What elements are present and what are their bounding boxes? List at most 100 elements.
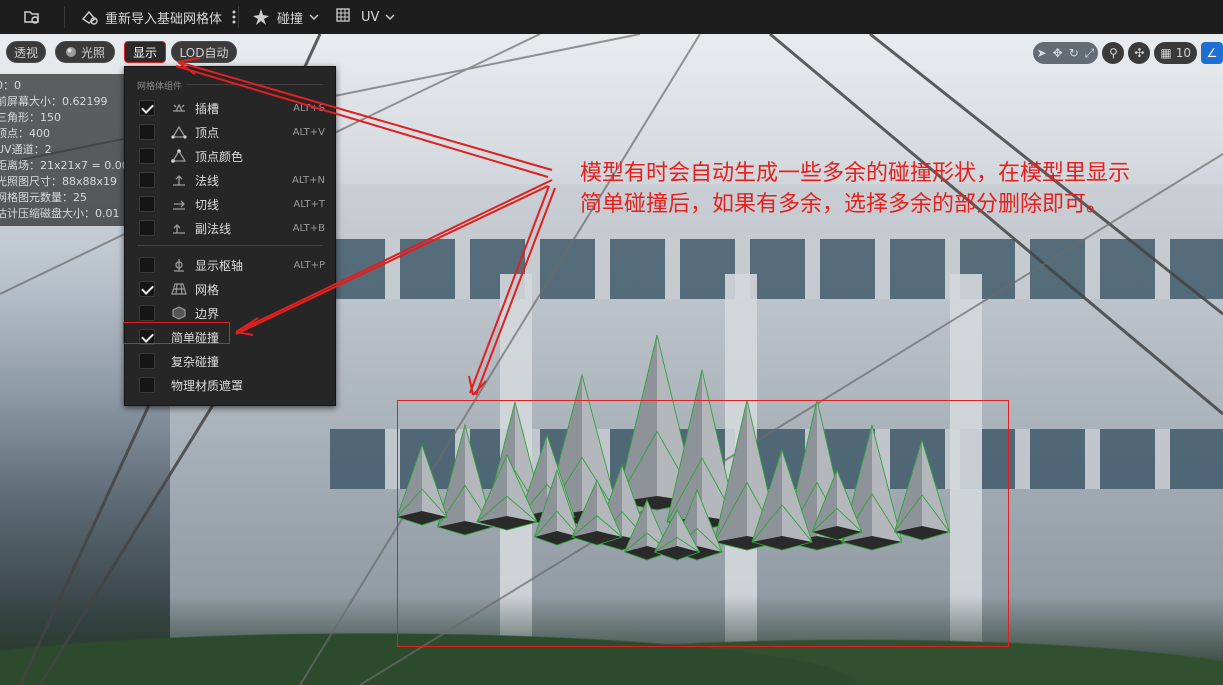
- menu-item-label: 网格: [195, 282, 220, 297]
- lod-label: LOD自动: [179, 45, 229, 60]
- normals-checkbox[interactable]: [139, 172, 155, 188]
- more-options-button[interactable]: [230, 0, 238, 34]
- sockets-checkbox[interactable]: [139, 100, 155, 116]
- menu-item-physical-material-mask[interactable]: 物理材质遮罩: [125, 373, 335, 397]
- menu-item-shortcut: ALT+P: [293, 259, 325, 271]
- lighting-button[interactable]: 光照: [55, 41, 115, 63]
- toolbar-divider: [64, 6, 65, 28]
- menu-item-shortcut: ALT+N: [291, 174, 325, 186]
- reimport-label: 重新导入基础网格体: [105, 11, 223, 27]
- scale-tool-icon[interactable]: ⤢: [1085, 46, 1095, 61]
- tangent-icon: [173, 200, 185, 210]
- uv-label: UV: [361, 9, 380, 25]
- vertex-icon: [171, 125, 187, 139]
- kebab-icon: [232, 10, 236, 24]
- show-label: 显示: [132, 45, 157, 60]
- tangents-checkbox[interactable]: [139, 196, 155, 212]
- globe-icon: ⚲: [1108, 46, 1118, 60]
- menu-item-normals[interactable]: 法线 ALT+N: [125, 168, 335, 192]
- menu-item-show-pivot[interactable]: 显示枢轴 ALT+P: [125, 253, 335, 277]
- annotation-highlight-simple-collision: [123, 322, 230, 344]
- reimport-base-mesh-button[interactable]: 重新导入基础网格体: [71, 0, 230, 34]
- menu-item-label: 副法线: [195, 221, 232, 236]
- menu-item-tangents[interactable]: 切线 ALT+T: [125, 192, 335, 216]
- menu-item-label: 顶点颜色: [195, 149, 244, 164]
- angle-snap-button[interactable]: ∠: [1201, 42, 1223, 64]
- stat-uv-channels: UV通道：2: [0, 143, 52, 156]
- angle-icon: ∠: [1206, 46, 1218, 60]
- menu-item-label: 插槽: [195, 101, 220, 116]
- annotation-highlight-mesh: [397, 400, 1009, 647]
- annotation-note: 模型有时会自动生成一些多余的碰撞形状，在模型里显示 简单碰撞后，如果有多余，选择…: [580, 158, 1200, 220]
- chevron-down-icon: [385, 14, 395, 21]
- menu-section-title: 网格体组件: [137, 82, 183, 92]
- perspective-label: 透视: [13, 45, 38, 60]
- uv-menu-button[interactable]: UV: [327, 0, 403, 34]
- menu-item-sockets[interactable]: 插槽 ALT+S: [125, 96, 335, 120]
- pivot-icon: [174, 259, 184, 272]
- vertices-checkbox[interactable]: [139, 124, 155, 140]
- menu-divider: [137, 245, 323, 246]
- world-local-toggle[interactable]: ⚲: [1102, 42, 1125, 64]
- vertex-color-icon: [171, 149, 187, 163]
- menu-item-label: 边界: [195, 306, 220, 321]
- top-toolbar: 重新导入基础网格体 碰撞 UV: [0, 0, 1223, 34]
- menu-item-label: 复杂碰撞: [171, 354, 220, 369]
- lighting-label: 光照: [80, 45, 105, 60]
- lod-auto-button[interactable]: LOD自动: [171, 41, 237, 63]
- binormals-checkbox[interactable]: [139, 220, 155, 236]
- menu-divider: [187, 84, 323, 85]
- annotation-line-2: 简单碰撞后，如果有多余，选择多余的部分删除即可。: [580, 192, 1109, 217]
- move-tool-icon[interactable]: ✥: [1053, 46, 1063, 60]
- show-pivot-checkbox[interactable]: [139, 257, 155, 273]
- menu-item-shortcut: ALT+V: [292, 126, 325, 138]
- menu-item-label: 显示枢轴: [195, 258, 244, 273]
- menu-item-shortcut: ALT+S: [293, 102, 325, 114]
- show-dropdown-menu: 网格体组件 插槽 ALT+S 顶点 ALT+V 顶点颜色 法线 ALT+N 切线…: [124, 66, 336, 406]
- menu-item-shortcut: ALT+B: [292, 222, 325, 234]
- menu-item-vertex-colors[interactable]: 顶点颜色: [125, 144, 335, 168]
- sphere-icon: [65, 47, 76, 57]
- mesh-stats-panel: 0：0 前屏幕大小：0.62199 三角形：150 顶点：400 UV通道：2 …: [0, 74, 124, 226]
- toolbar-divider: [238, 6, 240, 28]
- surface-snapping-button[interactable]: ✣: [1128, 42, 1151, 64]
- stat-lightmap-size: 光照图尺寸：88x88x19: [0, 175, 118, 188]
- stat-vertices: 顶点：400: [0, 127, 50, 140]
- menu-item-label: 法线: [195, 173, 220, 188]
- collision-label: 碰撞: [277, 11, 304, 27]
- reimport-icon: [81, 10, 98, 25]
- physical-material-mask-checkbox[interactable]: [139, 377, 155, 393]
- browse-asset-button[interactable]: [0, 0, 64, 34]
- grid-snap-icon: ▦: [1160, 46, 1172, 60]
- stat-disk-size: 估计压缩磁盘大小：0.01: [0, 207, 120, 220]
- annotation-line-1: 模型有时会自动生成一些多余的碰撞形状，在模型里显示: [580, 161, 1131, 186]
- stat-primitive-count: 网格图元数量：25: [0, 191, 87, 204]
- grid-icon: [171, 283, 187, 295]
- menu-item-label: 切线: [195, 197, 220, 212]
- binormal-icon: [173, 224, 185, 234]
- grid-checkbox[interactable]: [139, 281, 155, 297]
- menu-item-vertices[interactable]: 顶点 ALT+V: [125, 120, 335, 144]
- normal-icon: [173, 175, 185, 186]
- bounds-checkbox[interactable]: [139, 305, 155, 321]
- vertex-colors-checkbox[interactable]: [139, 148, 155, 164]
- collision-menu-button[interactable]: 碰撞: [243, 0, 327, 34]
- perspective-button[interactable]: 透视: [6, 41, 46, 63]
- chevron-down-icon: [309, 14, 319, 21]
- bounds-icon: [172, 306, 186, 320]
- viewport-right-tools: ➤ ✥ ↻ ⤢ ⚲ ✣ ▦ 10 ∠: [1032, 41, 1223, 65]
- stat-distance-field: 距离场：21x21x7 = 0.00: [0, 159, 124, 172]
- select-tool-icon[interactable]: ➤: [1037, 46, 1047, 60]
- complex-collision-checkbox[interactable]: [139, 353, 155, 369]
- menu-item-grid[interactable]: 网格: [125, 277, 335, 301]
- grid-snap-button[interactable]: ▦ 10: [1154, 42, 1197, 64]
- menu-item-label: 物理材质遮罩: [171, 378, 244, 393]
- menu-item-label: 顶点: [195, 125, 220, 140]
- menu-item-binormals[interactable]: 副法线 ALT+B: [125, 216, 335, 240]
- uv-grid-icon: [336, 8, 350, 22]
- show-button[interactable]: 显示: [124, 41, 166, 63]
- folder-search-icon: [24, 11, 39, 24]
- collision-icon: [253, 9, 270, 25]
- menu-item-complex-collision[interactable]: 复杂碰撞: [125, 349, 335, 373]
- rotate-tool-icon[interactable]: ↻: [1069, 46, 1079, 60]
